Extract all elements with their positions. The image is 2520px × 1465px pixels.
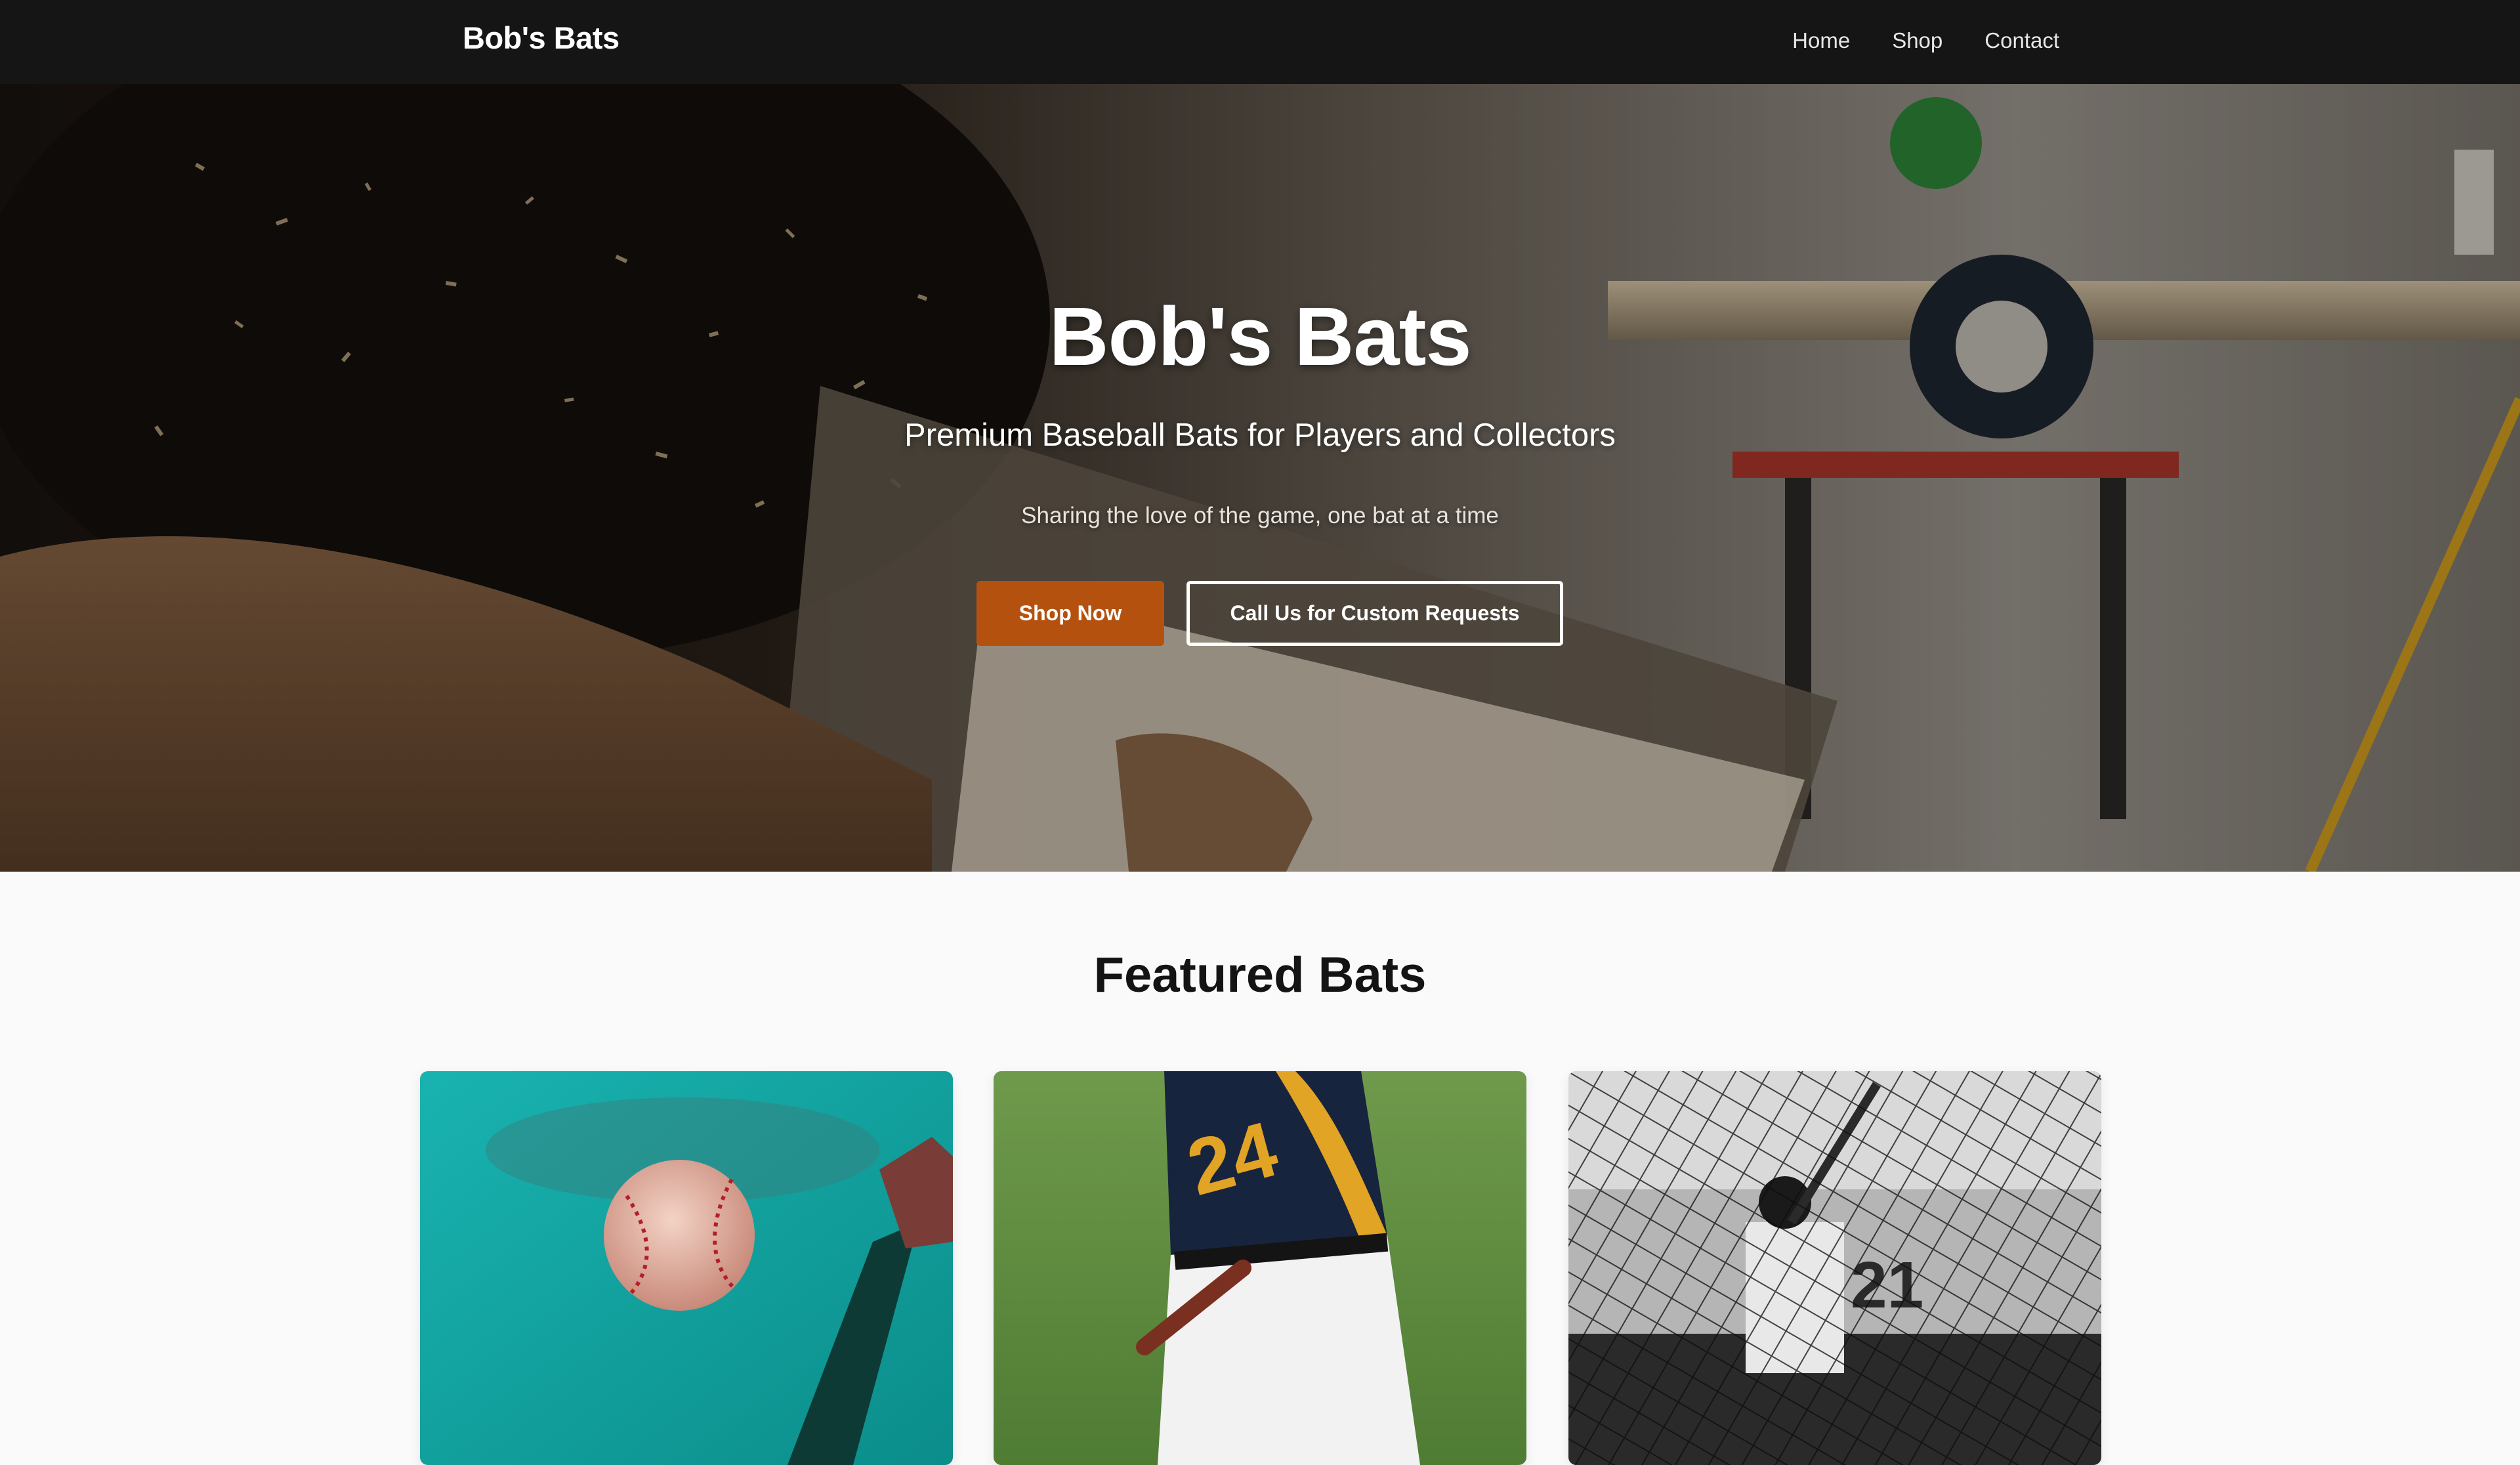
baseball-and-bat-photo xyxy=(420,1071,953,1465)
nav-link-home[interactable]: Home xyxy=(1792,25,1850,56)
product-card-1[interactable] xyxy=(420,1071,953,1465)
hero-button-group: Shop Now Call Us for Custom Requests xyxy=(0,581,2520,646)
hero-section: Bob's Bats Premium Baseball Bats for Pla… xyxy=(0,84,2520,872)
hero-tagline: Sharing the love of the game, one bat at… xyxy=(1021,503,1499,528)
hero-content: Bob's Bats Premium Baseball Bats for Pla… xyxy=(0,84,2520,872)
main-nav: Home Shop Contact xyxy=(1792,25,2059,56)
batting-cage-photo: 21 xyxy=(1568,1071,2101,1465)
shop-now-button[interactable]: Shop Now xyxy=(976,581,1164,646)
call-custom-requests-button[interactable]: Call Us for Custom Requests xyxy=(1186,581,1563,646)
hero-subtitle: Premium Baseball Bats for Players and Co… xyxy=(904,417,1616,453)
batter-number-24-photo: 24 xyxy=(994,1071,1526,1465)
product-card-3[interactable]: 21 xyxy=(1568,1071,2101,1465)
top-navbar: Bob's Bats Home Shop Contact xyxy=(0,0,2520,84)
hero-title: Bob's Bats xyxy=(1049,290,1471,383)
brand-logo-link[interactable]: Bob's Bats xyxy=(463,18,620,58)
nav-link-shop[interactable]: Shop xyxy=(1892,25,1942,56)
featured-bats-heading: Featured Bats xyxy=(1093,947,1427,1003)
nav-link-contact[interactable]: Contact xyxy=(1984,25,2059,56)
product-card-2[interactable]: 24 xyxy=(994,1071,1526,1465)
